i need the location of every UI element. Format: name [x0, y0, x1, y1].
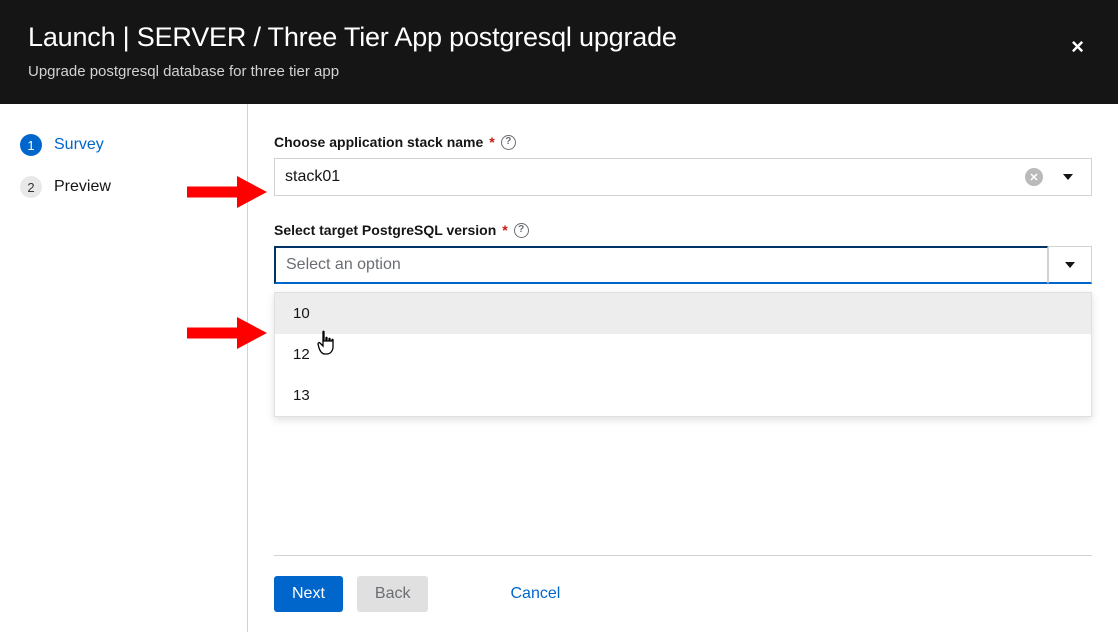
- chevron-down-icon: [1063, 174, 1073, 180]
- stack-name-input-row[interactable]: ✕: [274, 158, 1092, 196]
- modal-subtitle: Upgrade postgresql database for three ti…: [28, 63, 1090, 80]
- main-panel: Choose application stack name * ? ✕ Sele…: [248, 104, 1118, 632]
- wizard-footer: Next Back Cancel: [274, 555, 1092, 632]
- version-select-box[interactable]: Select an option: [274, 246, 1048, 284]
- required-asterisk: *: [489, 134, 494, 150]
- next-button[interactable]: Next: [274, 576, 343, 612]
- version-select-row: Select an option: [274, 246, 1092, 284]
- wizard-step-preview[interactable]: 2 Preview: [20, 176, 227, 198]
- label-text: Choose application stack name: [274, 134, 483, 150]
- modal-title: Launch | SERVER / Three Tier App postgre…: [28, 22, 1090, 53]
- wizard-sidebar: 1 Survey 2 Preview: [0, 104, 248, 632]
- stack-name-input[interactable]: [285, 168, 1025, 186]
- version-option-10[interactable]: 10: [275, 293, 1091, 334]
- version-select-toggle[interactable]: [1048, 246, 1092, 284]
- back-button[interactable]: Back: [357, 576, 429, 612]
- help-icon[interactable]: ?: [514, 223, 529, 238]
- stack-name-label: Choose application stack name * ?: [274, 134, 1092, 150]
- step-label: Preview: [54, 178, 111, 196]
- close-icon[interactable]: ×: [1071, 36, 1084, 58]
- stack-name-dropdown-toggle[interactable]: [1055, 166, 1081, 188]
- step-number-badge: 1: [20, 134, 42, 156]
- help-icon[interactable]: ?: [501, 135, 516, 150]
- version-dropdown: 10 12 13: [274, 292, 1092, 417]
- modal-body: 1 Survey 2 Preview Choose application st…: [0, 104, 1118, 632]
- modal-header: Launch | SERVER / Three Tier App postgre…: [0, 0, 1118, 104]
- chevron-down-icon: [1065, 262, 1075, 268]
- version-option-12[interactable]: 12: [275, 334, 1091, 375]
- required-asterisk: *: [502, 222, 507, 238]
- version-option-13[interactable]: 13: [275, 375, 1091, 416]
- cancel-button[interactable]: Cancel: [492, 576, 578, 612]
- clear-input-icon[interactable]: ✕: [1025, 168, 1043, 186]
- version-select-group: Select an option 10 12 13: [274, 246, 1092, 284]
- wizard-step-survey[interactable]: 1 Survey: [20, 134, 227, 156]
- form-area: Choose application stack name * ? ✕ Sele…: [274, 134, 1092, 555]
- label-text: Select target PostgreSQL version: [274, 222, 496, 238]
- version-label: Select target PostgreSQL version * ?: [274, 222, 1092, 238]
- step-number-badge: 2: [20, 176, 42, 198]
- step-label: Survey: [54, 136, 104, 154]
